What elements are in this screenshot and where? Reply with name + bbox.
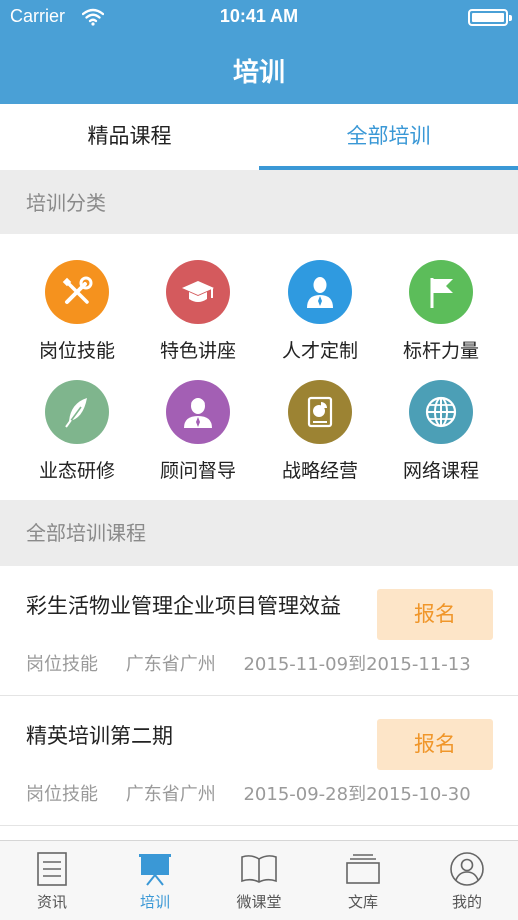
tools-icon: [45, 260, 109, 324]
course-meta: 岗位技能 广东省广州 2015-11-09到2015-11-13: [26, 650, 493, 676]
profile-icon: [447, 851, 487, 887]
category-item-strategy[interactable]: 战略经营: [255, 380, 385, 483]
training-board-icon: [135, 851, 175, 887]
category-label: 顾问督导: [159, 460, 236, 482]
tabbar-label: 培训: [139, 893, 170, 911]
clock: 10:41 AM: [219, 6, 299, 26]
course-dates: 2015-09-28到2015-10-30: [243, 784, 471, 805]
course-dates: 2015-11-09到2015-11-13: [243, 654, 471, 675]
category-item-business-study[interactable]: 业态研修: [12, 380, 142, 483]
bottom-tab-bar: 资讯 培训 微课堂 文库 我的: [0, 840, 518, 920]
category-label: 战略经营: [281, 460, 358, 482]
courses-section-header: 全部培训课程: [0, 500, 518, 566]
category-section-header: 培训分类: [0, 170, 518, 236]
list-item[interactable]: 彩生活物业管理企业项目管理效益 岗位技能 广东省广州 2015-11-09到20…: [0, 566, 518, 696]
tab-featured-courses[interactable]: 精品课程: [0, 104, 259, 170]
graduation-cap-icon: [166, 260, 230, 324]
page-title: 培训: [232, 58, 285, 88]
category-item-online-courses[interactable]: 网络课程: [376, 380, 506, 483]
list-item[interactable]: 精英培训第二期 岗位技能 广东省广州 2015-09-28到2015-10-30…: [0, 696, 518, 826]
category-item-talent-custom[interactable]: 人才定制: [255, 260, 385, 363]
tabbar-item-profile[interactable]: 我的: [415, 841, 518, 920]
library-icon: [343, 851, 383, 887]
report-chart-icon: [288, 380, 352, 444]
category-grid: 岗位技能 特色讲座 人才定制 标杆力量 业态研修 顾问督导 战略经营 网络课程: [0, 234, 518, 500]
tabbar-item-library[interactable]: 文库: [311, 841, 415, 920]
tabbar-item-micro-class[interactable]: 微课堂: [207, 841, 311, 920]
feather-icon: [45, 380, 109, 444]
category-item-consultant[interactable]: 顾问督导: [133, 380, 263, 483]
battery-icon: [468, 9, 512, 26]
navigation-bar: 培训: [0, 36, 518, 104]
category-label: 标杆力量: [402, 340, 479, 362]
category-label: 业态研修: [38, 460, 115, 482]
news-icon: [32, 851, 72, 887]
category-label: 岗位技能: [38, 340, 115, 362]
course-title: 彩生活物业管理企业项目管理效益: [26, 594, 341, 618]
signup-button[interactable]: 报名: [377, 719, 493, 770]
category-label: 特色讲座: [159, 340, 236, 362]
course-location: 广东省广州: [125, 784, 216, 805]
tabbar-label: 我的: [451, 893, 482, 911]
tabbar-label: 微课堂: [236, 893, 282, 911]
tabbar-item-news[interactable]: 资讯: [0, 841, 104, 920]
category-item-benchmark[interactable]: 标杆力量: [376, 260, 506, 363]
category-item-job-skills[interactable]: 岗位技能: [12, 260, 142, 363]
status-bar: Carrier 10:41 AM: [0, 0, 518, 36]
tabbar-label: 文库: [347, 893, 378, 911]
tabbar-item-training[interactable]: 培训: [103, 841, 207, 920]
globe-icon: [409, 380, 473, 444]
category-label: 人才定制: [281, 340, 358, 362]
signup-button[interactable]: 报名: [377, 589, 493, 640]
course-category: 岗位技能: [26, 654, 98, 675]
category-label: 网络课程: [402, 460, 479, 482]
tab-all-training[interactable]: 全部培训: [259, 104, 518, 170]
category-item-lectures[interactable]: 特色讲座: [133, 260, 263, 363]
course-title: 精英培训第二期: [26, 724, 173, 748]
advisor-icon: [166, 380, 230, 444]
course-location: 广东省广州: [125, 654, 216, 675]
person-icon: [288, 260, 352, 324]
course-meta: 岗位技能 广东省广州 2015-09-28到2015-10-30: [26, 780, 493, 806]
flag-icon: [409, 260, 473, 324]
tabbar-label: 资讯: [36, 893, 67, 911]
segment-tabs: 精品课程 全部培训: [0, 104, 518, 170]
book-icon: [239, 851, 279, 887]
course-category: 岗位技能: [26, 784, 98, 805]
